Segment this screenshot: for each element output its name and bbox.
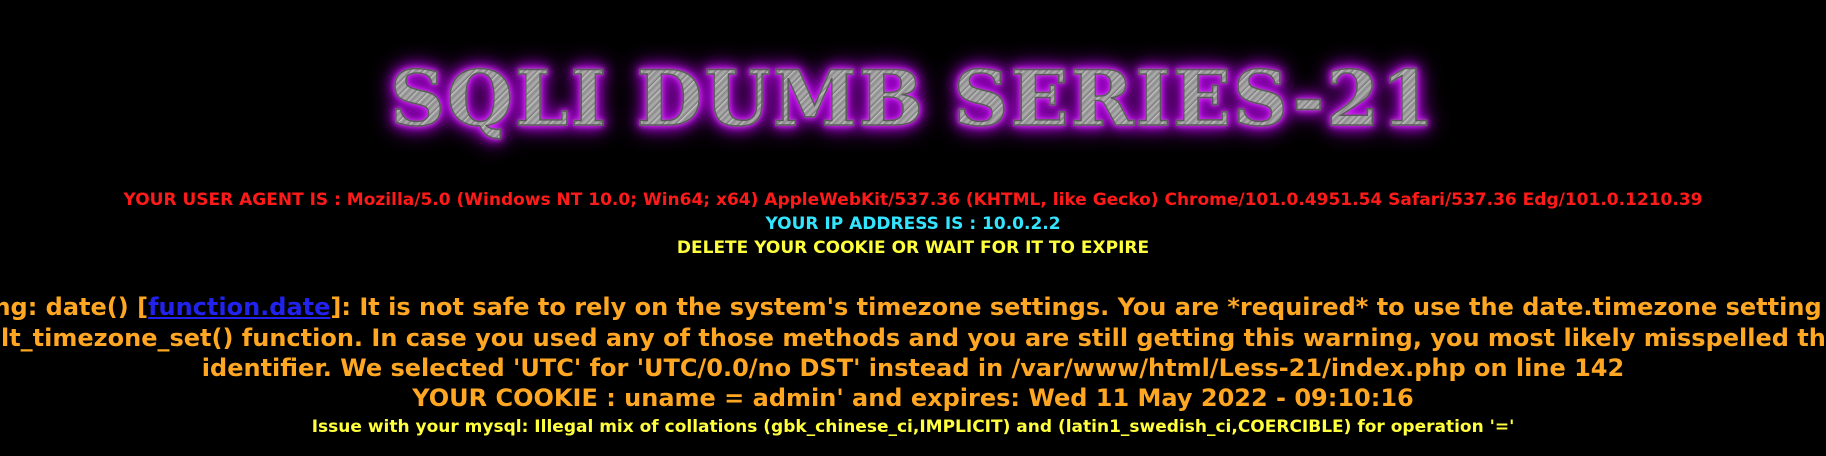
warning-line-2: date_default_timezone_set() function. In… xyxy=(0,323,1826,352)
php-warning: Warning: date() [function.date]: It is n… xyxy=(0,292,1826,384)
mysql-error-text: Issue with your mysql: Illegal mix of co… xyxy=(311,417,1515,437)
page: SQLI DUMB SERIES-21 YOUR USER AGENT IS :… xyxy=(0,0,1826,456)
warning-line-1-rest: ]: It is not safe to rely on the system'… xyxy=(330,293,1826,321)
banner: SQLI DUMB SERIES-21 xyxy=(0,48,1826,148)
cookie-notice-text: DELETE YOUR COOKIE OR WAIT FOR IT TO EXP… xyxy=(676,238,1150,258)
user-agent-text: YOUR USER AGENT IS : Mozilla/5.0 (Window… xyxy=(123,190,1703,210)
warning-prefix: Warning: date() [ xyxy=(0,293,149,321)
function-date-link[interactable]: function.date xyxy=(148,293,330,321)
your-cookie-text: YOUR COOKIE : uname = admin' and expires… xyxy=(412,384,1414,412)
warning-line-1: Warning: date() [function.date]: It is n… xyxy=(0,292,1826,323)
banner-title-image: SQLI DUMB SERIES-21 xyxy=(389,53,1436,144)
ip-address-text: YOUR IP ADDRESS IS : 10.0.2.2 xyxy=(765,214,1061,234)
warning-line-3: identifier. We selected 'UTC' for 'UTC/0… xyxy=(201,354,1625,382)
